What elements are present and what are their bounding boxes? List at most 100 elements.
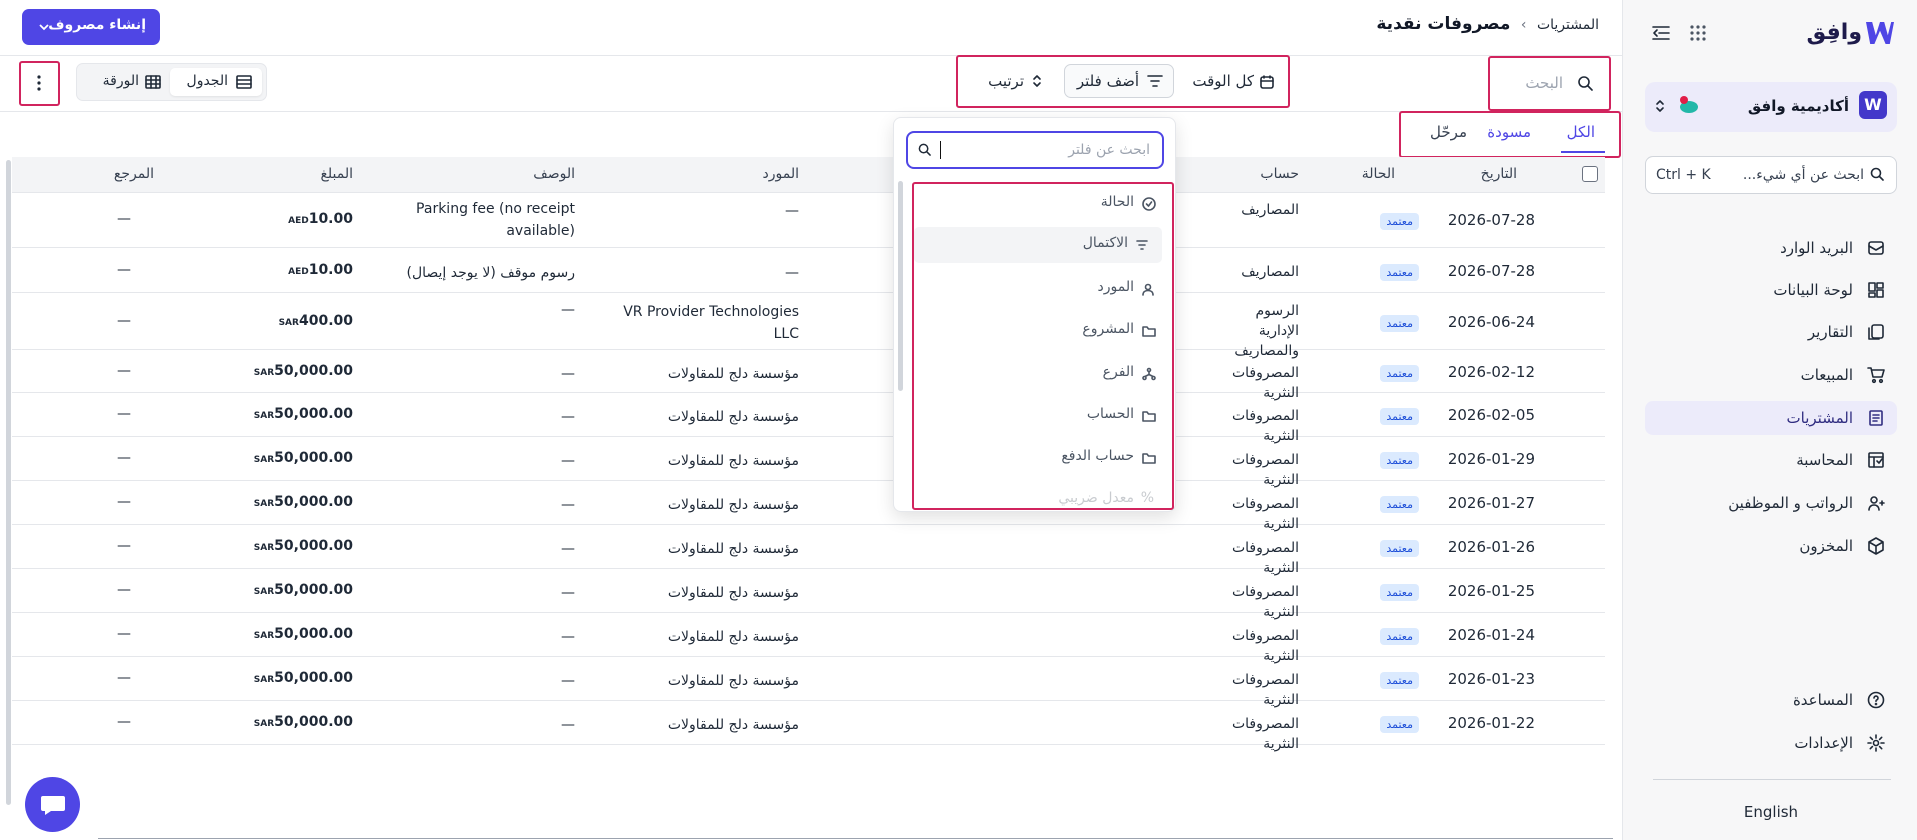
vendor-cell[interactable]: مؤسسة دلج للمقاولات xyxy=(609,450,799,472)
column-header-vendor[interactable]: المورد xyxy=(763,166,799,182)
chevron-updown-icon[interactable] xyxy=(1655,98,1665,114)
amount-value: 50,000.00 xyxy=(274,582,353,598)
sidebar-item-purchases[interactable]: المشتريات xyxy=(1645,401,1897,435)
search-input[interactable]: البحث xyxy=(1492,60,1607,107)
view-sheet-button[interactable]: الورقة xyxy=(81,68,167,96)
date-filter-button[interactable]: كل الوقت xyxy=(1190,70,1280,94)
breadcrumb-parent[interactable]: المشتريات xyxy=(1537,17,1599,33)
table-row[interactable]: 2026-01-26 معتمد المصروفات النثرية مؤسسة دل… xyxy=(12,525,1605,576)
sidebar-item-dashboard[interactable]: لوحة البيانات xyxy=(1645,273,1897,307)
more-options-button[interactable] xyxy=(23,65,56,102)
column-header-date[interactable]: التاريخ xyxy=(1481,166,1517,182)
vendor-cell[interactable]: VR Provider Technologies LLC xyxy=(609,301,799,345)
sidebar-item-accounting[interactable]: المحاسبة xyxy=(1645,443,1897,477)
table-row[interactable]: 2026-01-23 معتمد المصروفات النثرية مؤسسة دل… xyxy=(12,657,1605,708)
table-row[interactable]: 2026-06-24 معتمد الرسوم الإدارية والمصاريف… xyxy=(12,293,1605,359)
select-all-checkbox[interactable] xyxy=(1582,166,1598,182)
tab-draft[interactable]: مسودة xyxy=(1487,123,1531,141)
filter-option-project[interactable]: المشروع xyxy=(914,313,1162,349)
filter-option-branch[interactable]: الفرع xyxy=(914,356,1162,392)
sidebar-item-settings[interactable]: الإعدادات xyxy=(1645,726,1897,760)
filter-option-completeness[interactable]: الاكتمال xyxy=(914,227,1162,263)
table-row[interactable]: 2026-02-12 معتمد المصروفات النثرية مؤسسة دل… xyxy=(12,350,1605,401)
status-badge: معتمد xyxy=(1380,496,1419,513)
vendor-cell[interactable]: مؤسسة دلج للمقاولات xyxy=(609,494,799,516)
sidebar: وافِق W أكاديمية وافق ابحث عن أي شيء... … xyxy=(1622,0,1917,840)
table-row[interactable]: 2026-07-28 معتمد المصاريف — Parking fee (no … xyxy=(12,192,1605,248)
tab-all[interactable]: الكل xyxy=(1567,123,1595,141)
filter-search-input[interactable]: ابحث عن فلتر xyxy=(906,131,1164,169)
description-cell: — xyxy=(561,585,575,601)
language-switch[interactable]: English xyxy=(1645,803,1897,821)
box-icon xyxy=(1867,537,1885,555)
table-row[interactable]: 2026-01-25 معتمد المصروفات النثرية مؤسسة دل… xyxy=(12,569,1605,620)
sidebar-item-help[interactable]: المساعدة xyxy=(1645,683,1897,717)
column-header-amount[interactable]: المبلغ xyxy=(320,166,353,182)
table-scrollbar[interactable] xyxy=(6,160,11,805)
vendor-cell[interactable]: مؤسسة دلج للمقاولات xyxy=(609,363,799,385)
sidebar-item-inbox[interactable]: البريد الوارد xyxy=(1645,231,1897,265)
filter-option-tax-rate[interactable]: % معدل ضريبي xyxy=(914,482,1162,506)
column-header-description[interactable]: الوصف xyxy=(533,166,575,182)
add-filter-button[interactable]: أضف فلتر xyxy=(1064,64,1174,98)
vendor-cell[interactable]: — xyxy=(609,200,799,222)
table-row[interactable]: 2026-01-27 معتمد المصروفات النثرية مؤسسة دل… xyxy=(12,481,1605,532)
table-row[interactable]: 2026-01-24 معتمد المصروفات النثرية مؤسسة دل… xyxy=(12,613,1605,664)
org-logo: W xyxy=(1859,91,1887,119)
amount-value: 50,000.00 xyxy=(274,494,353,510)
vendor-cell[interactable]: مؤسسة دلج للمقاولات xyxy=(609,538,799,560)
vendor-cell[interactable]: مؤسسة دلج للمقاولات xyxy=(609,626,799,648)
account-cell: المصاريف xyxy=(1241,264,1299,280)
amount-value: 10.00 xyxy=(308,262,353,278)
description-cell: — xyxy=(561,541,575,557)
create-expense-button[interactable]: إنشاء مصروف xyxy=(22,9,160,45)
filter-option-payment-account[interactable]: حساب الدفع xyxy=(914,440,1162,476)
filter-option-vendor[interactable]: المورد xyxy=(914,271,1162,307)
notification-icon[interactable] xyxy=(1677,94,1701,116)
table-row[interactable]: 2026-01-22 معتمد المصروفات النثرية مؤسسة دل… xyxy=(12,701,1605,752)
date-cell: 2026-01-27 xyxy=(1447,494,1535,512)
filter-option-status[interactable]: الحالة xyxy=(914,186,1162,222)
filter-option-label: المورد xyxy=(1097,279,1134,295)
sidebar-item-sales[interactable]: المبيعات xyxy=(1645,358,1897,392)
column-header-reference[interactable]: المرجع xyxy=(114,166,154,182)
vendor-cell[interactable]: مؤسسة دلج للمقاولات xyxy=(609,582,799,604)
reference-cell: — xyxy=(117,626,131,642)
view-table-label: الجدول xyxy=(186,73,228,89)
bottom-scrollbar[interactable] xyxy=(98,838,1613,839)
sidebar-item-inventory[interactable]: المخزون xyxy=(1645,529,1897,563)
reference-cell: — xyxy=(117,450,131,466)
description-cell: — xyxy=(561,629,575,645)
table-row[interactable]: 2026-02-05 معتمد المصروفات النثرية مؤسسة دل… xyxy=(12,393,1605,444)
sidebar-item-payroll[interactable]: الرواتب و الموظفين xyxy=(1645,486,1897,520)
collapse-sidebar-icon[interactable] xyxy=(1651,24,1671,42)
status-badge: معتمد xyxy=(1380,584,1419,601)
column-header-account[interactable]: حساب xyxy=(1260,166,1299,182)
global-search-input[interactable]: ابحث عن أي شيء... Ctrl + K xyxy=(1645,156,1897,194)
amount-cell: SAR50,000.00 xyxy=(251,450,353,466)
organization-switcher[interactable]: W أكاديمية وافق xyxy=(1645,82,1897,132)
calendar-icon xyxy=(1260,75,1274,89)
dropdown-scrollbar[interactable] xyxy=(898,181,903,391)
filter-option-account[interactable]: الحساب xyxy=(914,398,1162,434)
vendor-cell[interactable]: مؤسسة دلج للمقاولات xyxy=(609,670,799,692)
vendor-cell[interactable]: مؤسسة دلج للمقاولات xyxy=(609,406,799,428)
receipt-icon xyxy=(1867,409,1885,427)
description-cell: — xyxy=(561,409,575,425)
table-row[interactable]: 2026-01-29 معتمد المصروفات النثرية مؤسسة دل… xyxy=(12,437,1605,488)
column-header-status[interactable]: الحالة xyxy=(1362,166,1395,182)
toolbar-divider xyxy=(0,111,1622,112)
branch-icon xyxy=(1142,367,1156,381)
table-row[interactable]: 2026-07-28 معتمد المصاريف — رسوم موقف (لا يو… xyxy=(12,248,1605,293)
apps-grid-icon[interactable] xyxy=(1689,24,1707,42)
sidebar-item-label: المخزون xyxy=(1799,537,1853,555)
vendor-cell[interactable]: مؤسسة دلج للمقاولات xyxy=(609,714,799,736)
chat-button[interactable] xyxy=(25,777,80,832)
tab-posted[interactable]: مرحّل xyxy=(1430,123,1467,141)
amount-cell: SAR50,000.00 xyxy=(251,494,353,510)
vendor-cell[interactable]: — xyxy=(609,262,799,284)
sidebar-item-reports[interactable]: التقارير xyxy=(1645,315,1897,349)
sort-button[interactable]: ترتيب xyxy=(976,70,1046,94)
search-icon xyxy=(1870,167,1884,181)
view-table-button[interactable]: الجدول xyxy=(170,68,262,96)
